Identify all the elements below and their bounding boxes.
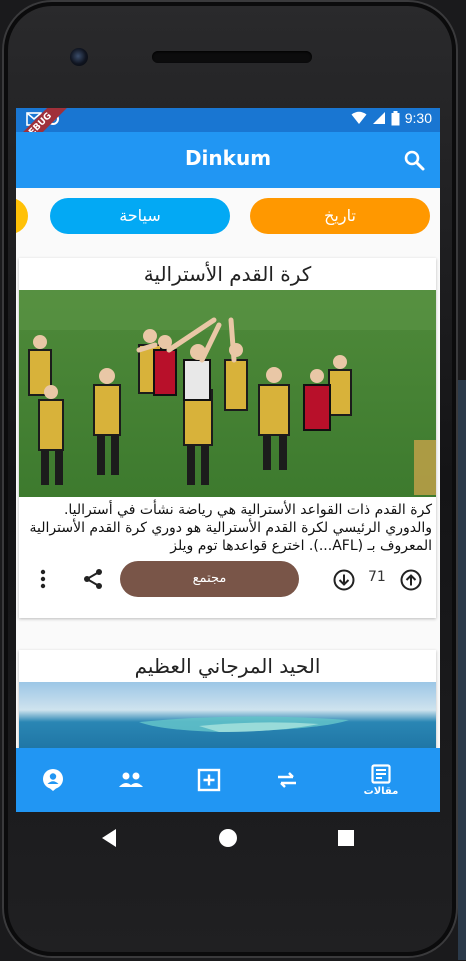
- swap-horiz-icon: [278, 772, 296, 788]
- share-icon[interactable]: [81, 567, 105, 591]
- article-image: [19, 290, 436, 497]
- chip-partial[interactable]: [16, 198, 28, 234]
- article-title: كرة القدم الأسترالية: [143, 262, 312, 286]
- search-icon[interactable]: [402, 148, 426, 172]
- wifi-icon: [351, 111, 367, 124]
- chip-tourism[interactable]: سياحة: [50, 198, 230, 234]
- people-icon: [119, 772, 143, 787]
- category-button[interactable]: مجتمع: [120, 561, 299, 597]
- signal-icon: [372, 112, 385, 124]
- nav-profile[interactable]: [38, 748, 68, 812]
- front-camera: [70, 48, 88, 66]
- nav-people[interactable]: [116, 748, 146, 812]
- nav-articles[interactable]: مقالات: [356, 748, 406, 812]
- home-icon[interactable]: [218, 828, 238, 848]
- more-vert-icon[interactable]: [31, 567, 55, 591]
- chip-history[interactable]: تاريخ: [250, 198, 430, 234]
- add-box-icon: [197, 768, 221, 792]
- account-pin-icon: [43, 769, 63, 791]
- article-description: كرة القدم ذات القواعد الأسترالية هي رياض…: [29, 502, 432, 554]
- screen: DEBUG 9:30 Dinkum سياحة تاريخ كرة القدم …: [16, 108, 440, 812]
- vote-count: 71: [368, 569, 386, 585]
- article-actions: مجتمع 71: [19, 555, 436, 603]
- status-time: 9:30: [404, 110, 432, 126]
- nav-swap[interactable]: [272, 748, 302, 812]
- app-title: Dinkum: [184, 146, 272, 170]
- app-bar: Dinkum: [16, 132, 440, 188]
- category-chips: سياحة تاريخ: [16, 188, 440, 244]
- back-icon[interactable]: [100, 828, 118, 848]
- nav-add[interactable]: [194, 748, 224, 812]
- upvote-icon[interactable]: [399, 568, 423, 592]
- recents-icon[interactable]: [338, 830, 354, 846]
- bottom-navigation: مقالات: [16, 748, 440, 812]
- earpiece-speaker: [152, 51, 312, 63]
- background-window-edge: [458, 380, 466, 960]
- system-navigation-bar: [16, 812, 440, 864]
- status-bar: DEBUG 9:30: [16, 108, 440, 161]
- article-card[interactable]: كرة القدم الأسترالية كرة القدم ذات القوا…: [19, 258, 436, 618]
- downvote-icon[interactable]: [332, 568, 356, 592]
- article-title: الحيد المرجاني العظيم: [134, 654, 321, 678]
- nav-articles-label: مقالات: [363, 785, 399, 797]
- battery-icon: [391, 110, 400, 125]
- article-icon: [371, 763, 391, 784]
